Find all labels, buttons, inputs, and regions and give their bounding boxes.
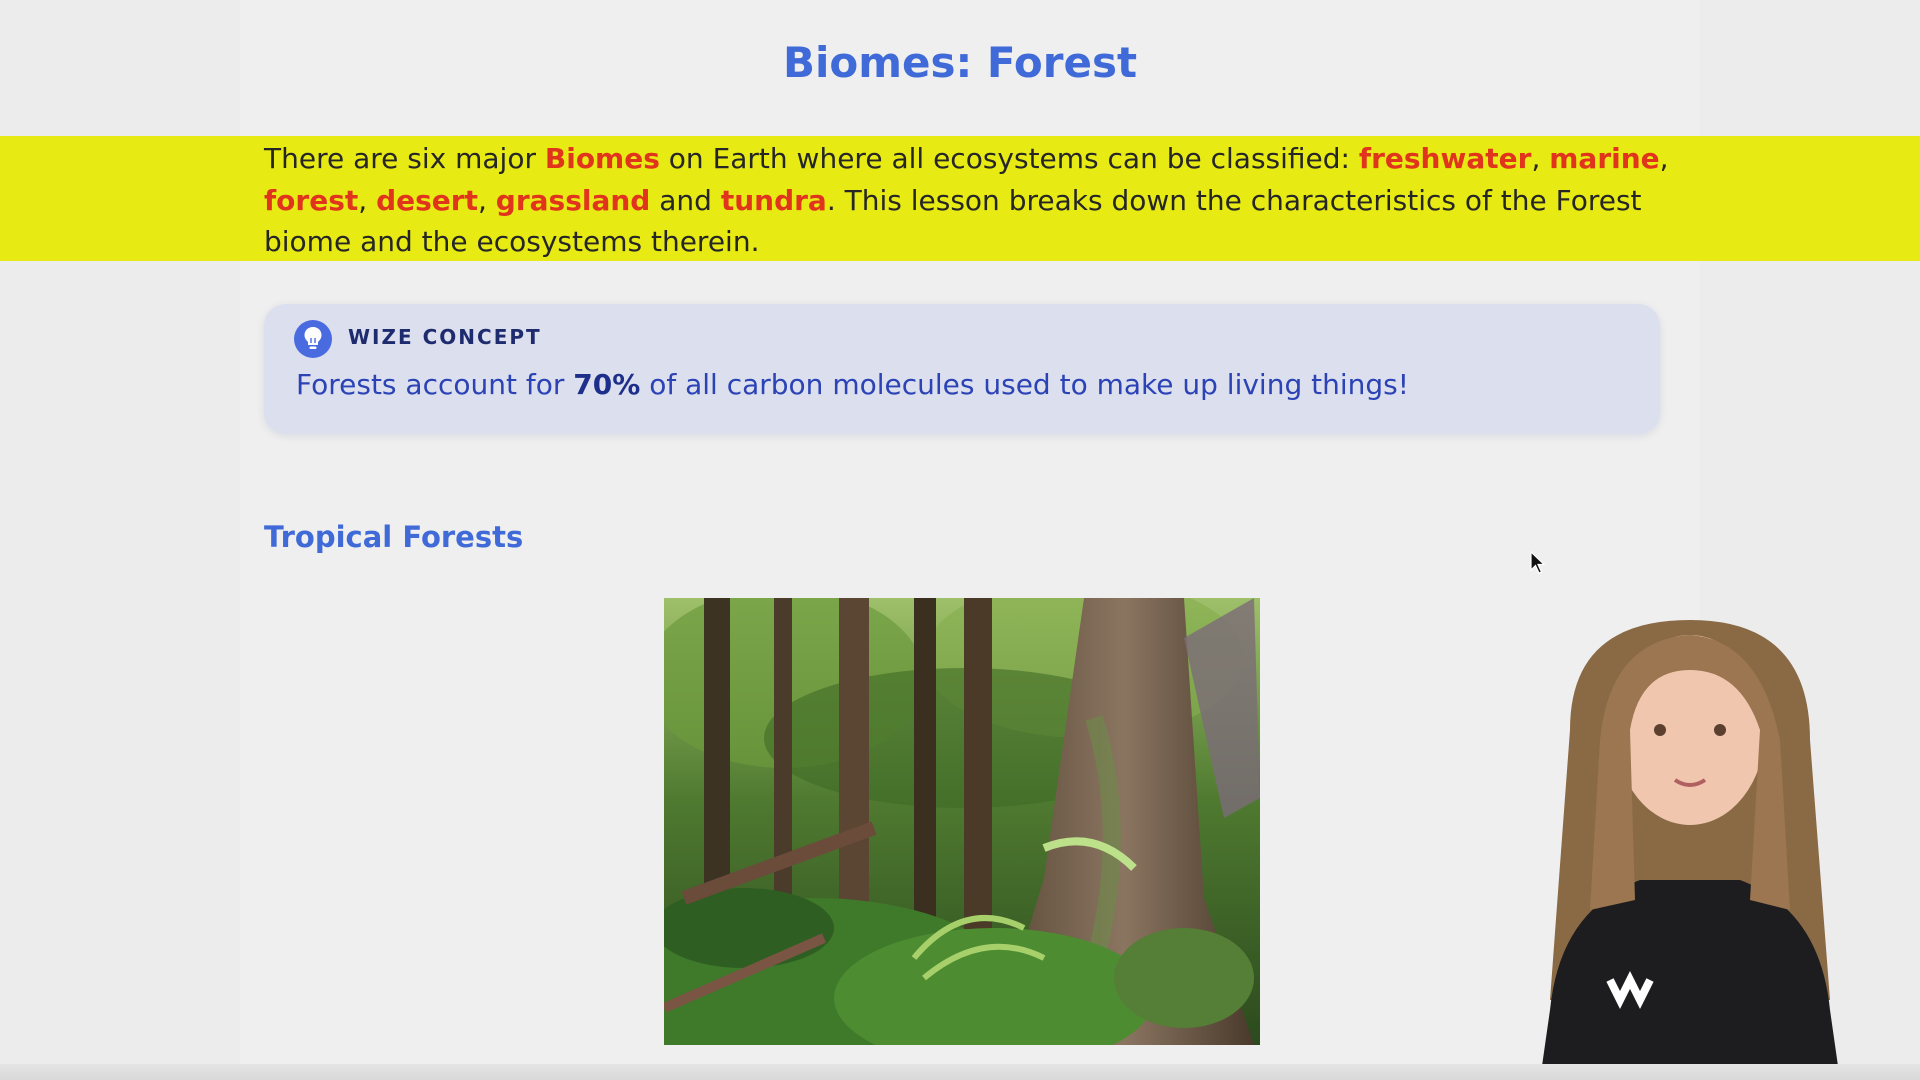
keyword-tundra: tundra [720, 183, 827, 217]
keyword-forest: forest [264, 183, 359, 217]
intro-text: , [477, 183, 496, 217]
keyword-marine: marine [1549, 142, 1660, 175]
intro-text: and [650, 183, 721, 217]
page-bottom-edge [0, 1064, 1920, 1080]
callout-highlight-value: 70% [573, 368, 641, 401]
wize-concept-callout: WIZE CONCEPT Forests account for 70% of … [264, 304, 1660, 434]
keyword-biomes: Biomes [544, 142, 660, 175]
lightbulb-icon [294, 320, 332, 358]
callout-text-part: Forests account for [296, 368, 574, 401]
keyword-freshwater: freshwater [1358, 142, 1532, 175]
presenter-webcam [1460, 580, 1920, 1080]
intro-text: , [1531, 142, 1550, 175]
callout-text: Forests account for 70% of all carbon mo… [296, 368, 1409, 401]
intro-text: , [358, 183, 377, 217]
section-title: Tropical Forests [264, 520, 524, 554]
callout-text-part: of all carbon molecules used to make up … [640, 368, 1409, 401]
keyword-desert: desert [376, 183, 478, 217]
intro-paragraph: There are six major Biomes on Earth wher… [264, 138, 1684, 263]
keyword-grassland: grassland [495, 183, 651, 217]
mouse-cursor-icon [1530, 551, 1546, 574]
callout-label: WIZE CONCEPT [348, 325, 542, 349]
intro-text: , [1659, 142, 1669, 175]
intro-text: on Earth where all ecosystems can be cla… [659, 142, 1359, 175]
tropical-forest-image [664, 598, 1260, 1045]
intro-text: There are six major [264, 142, 545, 175]
page-title: Biomes: Forest [782, 38, 1138, 87]
